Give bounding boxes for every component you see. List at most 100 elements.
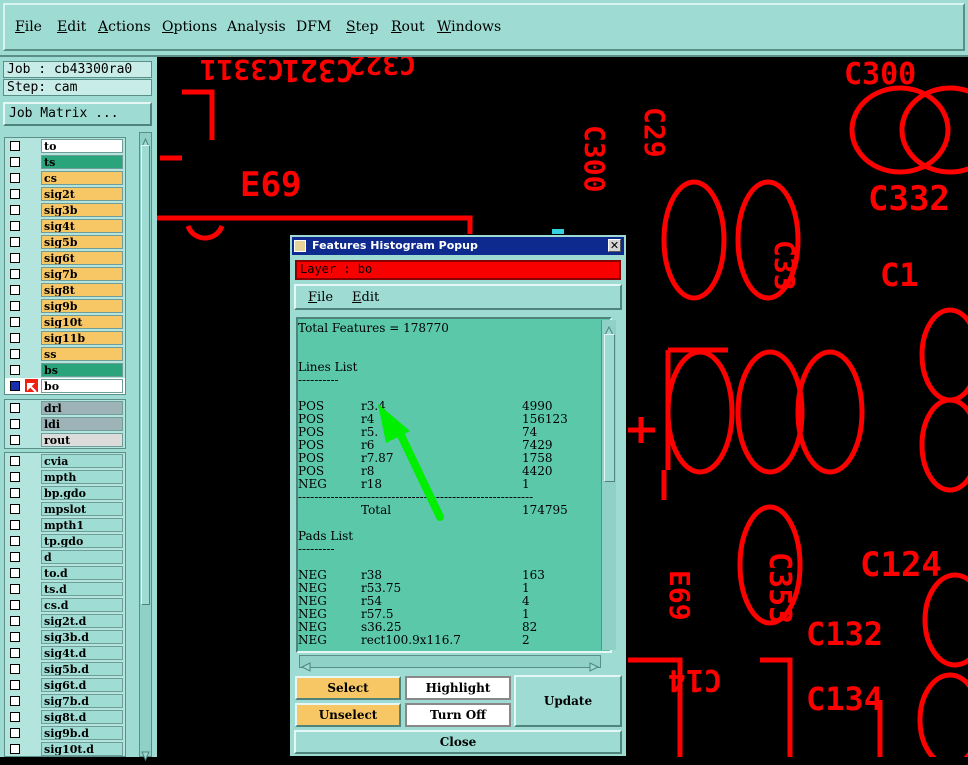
- layer-row-sig7b.d[interactable]: sig7b.d: [5, 693, 125, 709]
- menu-windows[interactable]: Windows: [437, 19, 501, 35]
- layer-checkbox[interactable]: [10, 472, 20, 482]
- layer-checkbox[interactable]: [10, 552, 20, 562]
- layer-row-sig8t.d[interactable]: sig8t.d: [5, 709, 125, 725]
- layer-row-rout[interactable]: rout: [5, 432, 125, 448]
- layer-name[interactable]: sig8t.d: [41, 710, 123, 724]
- layer-name[interactable]: sig7b.d: [41, 694, 123, 708]
- layer-checkbox[interactable]: [10, 744, 20, 754]
- layer-name[interactable]: sig8t: [41, 283, 123, 297]
- layer-row-tp.gdo[interactable]: tp.gdo: [5, 533, 125, 549]
- layer-row-bo[interactable]: bo: [5, 378, 125, 394]
- layer-name[interactable]: mpslot: [41, 502, 123, 516]
- layer-row-sig10t.d[interactable]: sig10t.d: [5, 741, 125, 757]
- layer-checkbox[interactable]: [10, 584, 20, 594]
- layer-checkbox[interactable]: [10, 728, 20, 738]
- layer-row-mpth1[interactable]: mpth1: [5, 517, 125, 533]
- layer-row-d[interactable]: d: [5, 549, 125, 565]
- list-vertical-scrollbar[interactable]: [601, 320, 616, 650]
- histogram-list[interactable]: Total Features = 178770 Lines List -------…: [296, 317, 612, 653]
- layer-row-mpth[interactable]: mpth: [5, 469, 125, 485]
- layer-name[interactable]: rout: [41, 433, 123, 447]
- layer-checkbox[interactable]: [10, 456, 20, 466]
- layer-name[interactable]: sig4t: [41, 219, 123, 233]
- window-menu-icon[interactable]: [294, 240, 306, 252]
- layer-checkbox[interactable]: [10, 237, 20, 247]
- layer-name[interactable]: sig9b.d: [41, 726, 123, 740]
- layer-name[interactable]: bo: [41, 379, 123, 393]
- layer-name[interactable]: sig9b: [41, 299, 123, 313]
- highlight-button[interactable]: Highlight: [405, 676, 511, 700]
- layer-name[interactable]: mpth: [41, 470, 123, 484]
- layer-row-cvia[interactable]: cvia: [5, 453, 125, 469]
- layer-row-sig5b.d[interactable]: sig5b.d: [5, 661, 125, 677]
- layer-checkbox[interactable]: [10, 349, 20, 359]
- layer-name[interactable]: sig3b: [41, 203, 123, 217]
- layer-checkbox[interactable]: [10, 488, 20, 498]
- layer-checkbox[interactable]: [10, 141, 20, 151]
- layer-checkbox[interactable]: [10, 403, 20, 413]
- scroll-right-arrow-icon[interactable]: [589, 657, 600, 676]
- layer-checkbox[interactable]: [10, 568, 20, 578]
- layer-row-sig9b[interactable]: sig9b: [5, 298, 125, 314]
- layer-name[interactable]: cvia: [41, 454, 123, 468]
- scroll-down-arrow-icon[interactable]: [141, 746, 150, 762]
- layer-row-to.d[interactable]: to.d: [5, 565, 125, 581]
- layer-list-scroll-thumb[interactable]: [141, 145, 150, 605]
- layer-checkbox[interactable]: [10, 664, 20, 674]
- list-scroll-thumb[interactable]: [604, 334, 615, 482]
- layer-row-sig10t[interactable]: sig10t: [5, 314, 125, 330]
- menu-step[interactable]: Step: [346, 19, 378, 35]
- popup-titlebar[interactable]: Features Histogram Popup ✕: [292, 237, 624, 255]
- layer-name[interactable]: sig6t: [41, 251, 123, 265]
- layer-row-sig4t[interactable]: sig4t: [5, 218, 125, 234]
- layer-name[interactable]: ts: [41, 155, 123, 169]
- select-button[interactable]: Select: [295, 676, 401, 700]
- layer-row-sig5b[interactable]: sig5b: [5, 234, 125, 250]
- layer-name[interactable]: sig2t: [41, 187, 123, 201]
- layer-name[interactable]: sig5b.d: [41, 662, 123, 676]
- layer-row-drl[interactable]: drl: [5, 400, 125, 416]
- layer-checkbox[interactable]: [10, 205, 20, 215]
- layer-row-to[interactable]: to: [5, 138, 125, 154]
- list-horizontal-scrollbar[interactable]: [299, 655, 601, 672]
- layer-name[interactable]: bp.gdo: [41, 486, 123, 500]
- menu-dfm[interactable]: DFM: [296, 19, 331, 35]
- layer-row-sig7b[interactable]: sig7b: [5, 266, 125, 282]
- layer-checkbox[interactable]: [10, 253, 20, 263]
- layer-checkbox[interactable]: [10, 712, 20, 722]
- popup-menu-edit[interactable]: Edit: [352, 290, 379, 305]
- layer-row-sig6t[interactable]: sig6t: [5, 250, 125, 266]
- layer-checkbox[interactable]: [10, 365, 20, 375]
- layer-checkbox[interactable]: [10, 696, 20, 706]
- layer-checkbox[interactable]: [10, 269, 20, 279]
- job-matrix-button[interactable]: Job Matrix ...: [3, 102, 152, 126]
- layer-checkbox[interactable]: [10, 381, 20, 391]
- layer-name[interactable]: sig11b: [41, 331, 123, 345]
- layer-row-ss[interactable]: ss: [5, 346, 125, 362]
- layer-row-cs[interactable]: cs: [5, 170, 125, 186]
- scroll-up-arrow-icon[interactable]: [141, 133, 150, 148]
- layer-row-ts.d[interactable]: ts.d: [5, 581, 125, 597]
- layer-checkbox[interactable]: [10, 301, 20, 311]
- layer-checkbox[interactable]: [10, 173, 20, 183]
- layer-checkbox[interactable]: [10, 680, 20, 690]
- layer-row-sig8t[interactable]: sig8t: [5, 282, 125, 298]
- layer-row-bs[interactable]: bs: [5, 362, 125, 378]
- popup-menu-file[interactable]: File: [308, 290, 333, 305]
- unselect-button[interactable]: Unselect: [295, 703, 401, 727]
- layer-checkbox[interactable]: [10, 520, 20, 530]
- layer-row-ts[interactable]: ts: [5, 154, 125, 170]
- layer-row-cs.d[interactable]: cs.d: [5, 597, 125, 613]
- scroll-left-arrow-icon[interactable]: [300, 657, 311, 676]
- layer-name[interactable]: ts.d: [41, 582, 123, 596]
- close-button[interactable]: Close: [294, 730, 622, 754]
- layer-name[interactable]: mpth1: [41, 518, 123, 532]
- menu-analysis[interactable]: Analysis: [227, 19, 286, 35]
- layer-row-sig2t.d[interactable]: sig2t.d: [5, 613, 125, 629]
- layer-checkbox[interactable]: [10, 157, 20, 167]
- menu-rout[interactable]: Rout: [391, 19, 425, 35]
- layer-checkbox[interactable]: [10, 600, 20, 610]
- layer-checkbox[interactable]: [10, 221, 20, 231]
- layer-name[interactable]: cs.d: [41, 598, 123, 612]
- layer-name[interactable]: cs: [41, 171, 123, 185]
